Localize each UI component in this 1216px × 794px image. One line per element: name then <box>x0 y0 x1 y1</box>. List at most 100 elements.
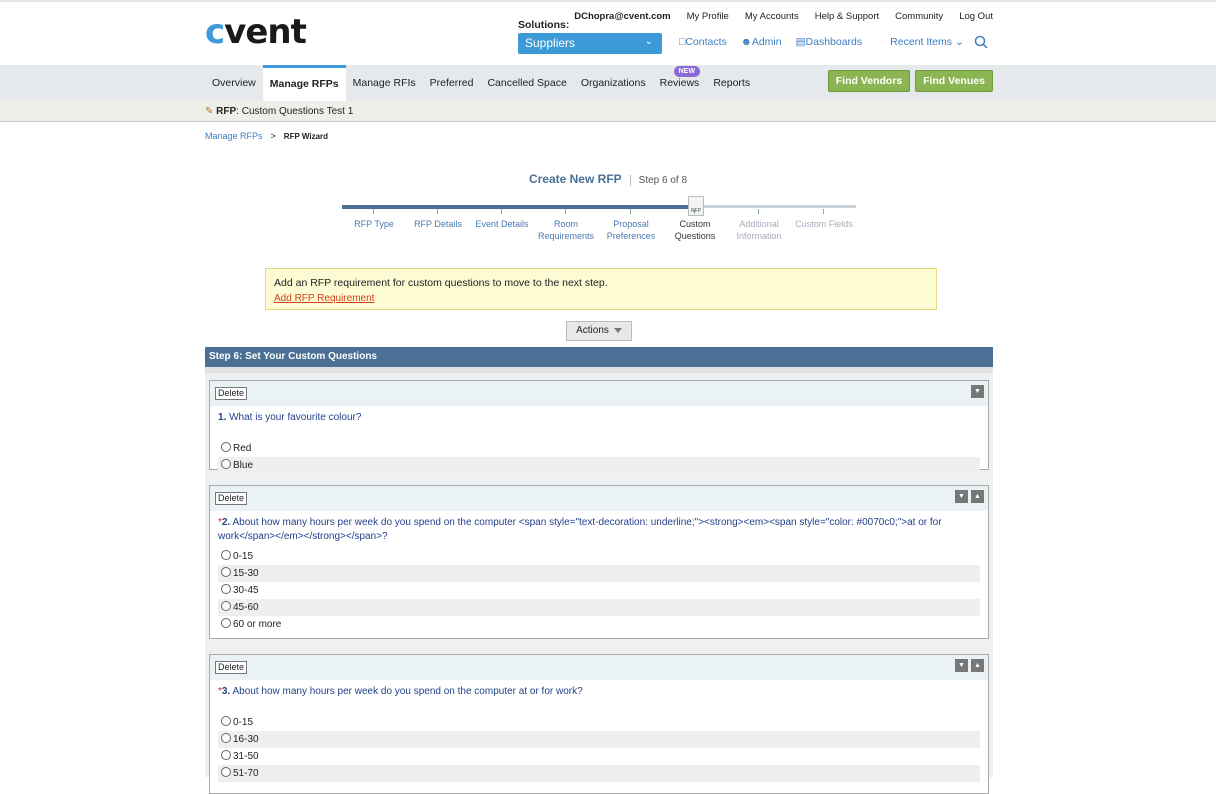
nav-reviews[interactable]: NEW Reviews <box>653 65 707 101</box>
option-row[interactable]: Blue <box>218 457 980 474</box>
wizard-step[interactable]: Room Requirements <box>531 209 601 242</box>
step-tick <box>565 209 566 214</box>
radio-button[interactable] <box>221 767 231 777</box>
contacts-link[interactable]: □Contacts <box>679 36 727 48</box>
actions-label: Actions <box>576 325 609 336</box>
step-tick <box>823 209 824 214</box>
wizard-step[interactable]: RFP Type <box>339 209 409 231</box>
nav-preferred[interactable]: Preferred <box>423 65 481 101</box>
my-accounts-link[interactable]: My Accounts <box>745 11 799 22</box>
nav-reviews-label: Reviews <box>659 77 700 89</box>
requirement-alert: Add an RFP requirement for custom questi… <box>265 268 937 310</box>
option-label: 45-60 <box>233 602 259 613</box>
step-tick <box>758 209 759 214</box>
option-label: 51-70 <box>233 768 259 779</box>
radio-button[interactable] <box>221 733 231 743</box>
option-label: 0-15 <box>233 551 254 562</box>
nav-manage-rfps[interactable]: Manage RFPs <box>262 65 346 101</box>
help-support-link[interactable]: Help & Support <box>815 11 879 22</box>
radio-button[interactable] <box>221 601 231 611</box>
admin-icon: ☻ <box>740 36 752 48</box>
step-tick <box>373 209 374 214</box>
wizard-step[interactable]: Proposal Preferences <box>596 209 666 242</box>
find-vendors-button[interactable]: Find Vendors <box>828 70 910 92</box>
nav-reports[interactable]: Reports <box>706 65 757 101</box>
option-row[interactable]: 45-60 <box>218 599 980 616</box>
solutions-label: Solutions: <box>518 19 570 31</box>
recent-items-dropdown[interactable]: Recent Items ⌄ <box>890 36 964 48</box>
chevron-down-icon: ⌄ <box>954 36 964 48</box>
nav-cancelled-space[interactable]: Cancelled Space <box>480 65 573 101</box>
breadcrumb-current: RFP Wizard <box>283 132 329 141</box>
move-down-icon[interactable]: ▼ <box>971 385 984 398</box>
move-down-icon[interactable]: ▼ <box>955 490 968 503</box>
options-list: 0-15 15-30 30-45 45-60 60 or more <box>210 544 988 637</box>
progress-fill <box>342 205 697 209</box>
nav-organizations[interactable]: Organizations <box>574 65 653 101</box>
option-row[interactable]: 0-15 <box>218 714 980 731</box>
reorder-controls: ▼ <box>971 385 984 398</box>
delete-button[interactable]: Delete <box>215 661 248 674</box>
account-links: DChopra@cvent.com My Profile My Accounts… <box>574 11 993 22</box>
options-list: Red Blue <box>210 436 988 478</box>
search-icon[interactable] <box>974 35 988 49</box>
step-counter: Step 6 of 8 <box>629 175 688 186</box>
option-row[interactable]: 15-30 <box>218 565 980 582</box>
nav-overview[interactable]: Overview <box>205 65 263 101</box>
question-label: About how many hours per week do you spe… <box>218 517 942 542</box>
dashboards-link[interactable]: ▤Dashboards <box>796 36 863 48</box>
delete-button[interactable]: Delete <box>215 492 248 505</box>
question-label: About how many hours per week do you spe… <box>230 686 583 697</box>
move-up-icon[interactable]: ▲ <box>971 490 984 503</box>
caret-down-icon <box>613 327 622 333</box>
option-row[interactable]: 60 or more <box>218 616 980 633</box>
admin-link[interactable]: ☻Admin <box>741 36 782 48</box>
add-rfp-requirement-link[interactable]: Add RFP Requirement <box>274 293 928 304</box>
option-row[interactable]: 0-15 <box>218 548 980 565</box>
step-tick <box>694 209 695 214</box>
option-label: 31-50 <box>233 751 259 762</box>
breadcrumb-manage-rfps[interactable]: Manage RFPs <box>205 131 263 141</box>
radio-button[interactable] <box>221 618 231 628</box>
rfp-document-icon: RFP <box>688 196 704 216</box>
solutions-select[interactable]: Suppliers ⌄ <box>518 33 662 54</box>
radio-button[interactable] <box>221 716 231 726</box>
step-label: Custom Fields <box>795 219 853 229</box>
logout-link[interactable]: Log Out <box>959 11 993 22</box>
nav-manage-rfis[interactable]: Manage RFIs <box>346 65 423 101</box>
radio-button[interactable] <box>221 750 231 760</box>
radio-button[interactable] <box>221 567 231 577</box>
question-header: Delete ▼ ▲ <box>210 486 988 511</box>
option-label: Blue <box>233 460 254 471</box>
option-row[interactable]: 51-70 <box>218 765 980 782</box>
option-row[interactable]: Red <box>218 440 980 457</box>
step-label: RFP Details <box>414 219 462 229</box>
community-link[interactable]: Community <box>895 11 943 22</box>
radio-button[interactable] <box>221 550 231 560</box>
find-venues-button[interactable]: Find Venues <box>915 70 993 92</box>
move-up-icon[interactable]: ▲ <box>971 659 984 672</box>
step-label: Event Details <box>475 219 529 229</box>
radio-button[interactable] <box>221 459 231 469</box>
step-label-line2: Information <box>736 230 782 241</box>
move-down-icon[interactable]: ▼ <box>955 659 968 672</box>
option-label: 16-30 <box>233 734 259 745</box>
radio-button[interactable] <box>221 442 231 452</box>
question-number: 3. <box>221 686 231 697</box>
option-row[interactable]: 30-45 <box>218 582 980 599</box>
step-label-line2: Questions <box>674 230 716 241</box>
section-header: Step 6: Set Your Custom Questions <box>205 347 993 367</box>
dashboards-label: Dashboards <box>805 36 863 48</box>
delete-button[interactable]: Delete <box>215 387 248 400</box>
wizard-step[interactable]: RFP Details <box>403 209 473 231</box>
radio-button[interactable] <box>221 584 231 594</box>
question-number: 2. <box>221 517 231 528</box>
my-profile-link[interactable]: My Profile <box>687 11 729 22</box>
option-row[interactable]: 16-30 <box>218 731 980 748</box>
actions-dropdown[interactable]: Actions <box>566 321 632 341</box>
cvent-logo[interactable]: cvent <box>205 12 307 52</box>
wizard-step[interactable]: Event Details <box>467 209 537 231</box>
option-row[interactable]: 31-50 <box>218 748 980 765</box>
step-tick <box>437 209 438 214</box>
option-label: 15-30 <box>233 568 259 579</box>
